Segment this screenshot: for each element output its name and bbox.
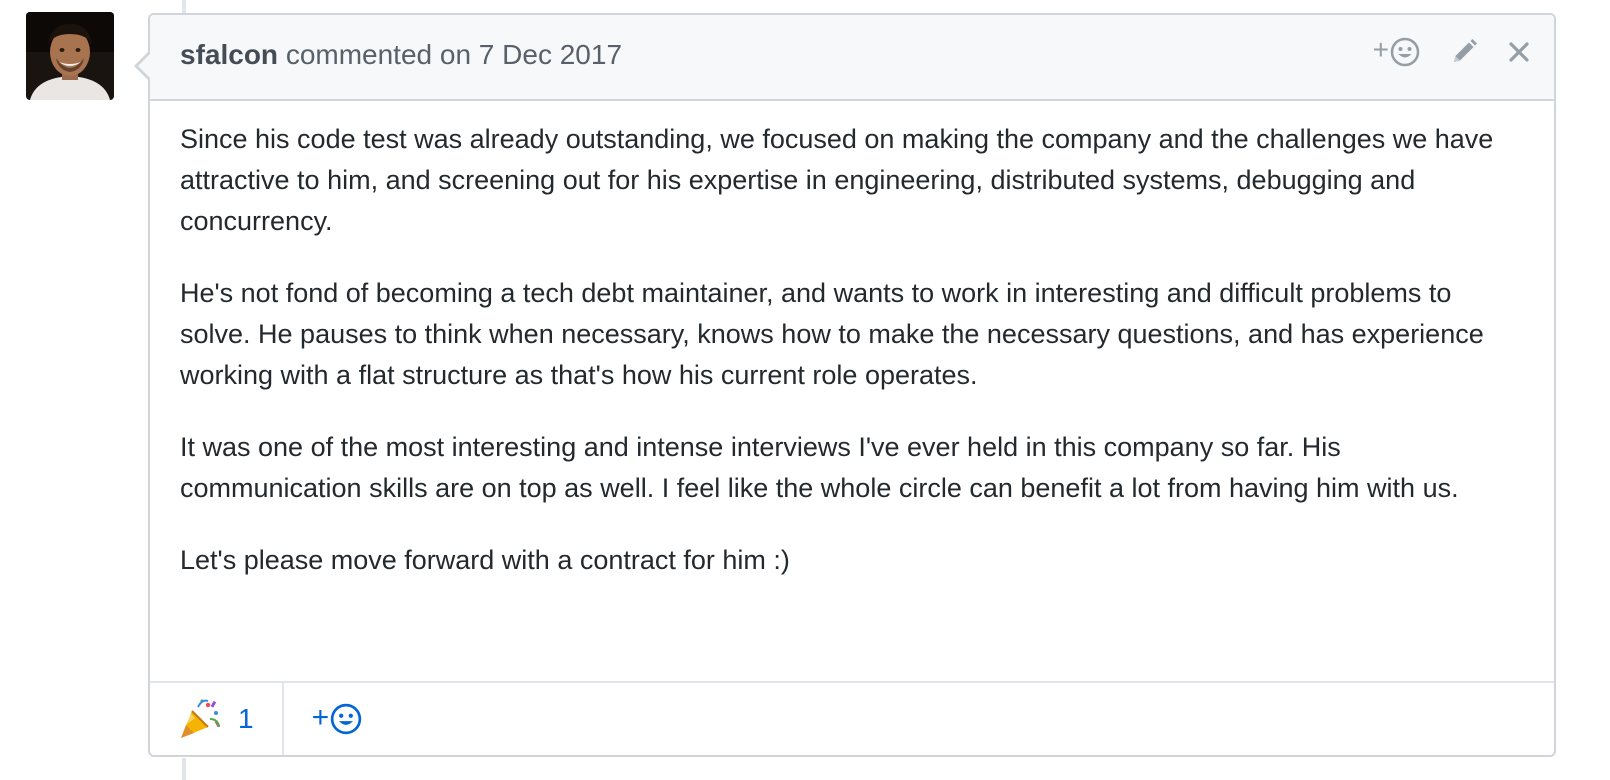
comment-paragraph: He's not fond of becoming a tech debt ma… bbox=[180, 278, 1484, 390]
avatar[interactable] bbox=[26, 12, 114, 100]
comment-timestamp[interactable]: commented on 7 Dec 2017 bbox=[286, 39, 622, 70]
comment-box: sfalcon commented on 7 Dec 2017 + Since … bbox=[134, 13, 1556, 757]
edit-button[interactable] bbox=[1450, 38, 1478, 66]
pencil-icon bbox=[1454, 39, 1477, 62]
author-link[interactable]: sfalcon bbox=[180, 39, 278, 70]
smiley-icon bbox=[330, 703, 362, 735]
plus-label: + bbox=[1372, 34, 1389, 65]
timeline-line-top bbox=[182, 0, 186, 14]
party-popper-icon bbox=[181, 699, 221, 738]
comment-paragraph: Since his code test was already outstand… bbox=[180, 124, 1494, 236]
comment-meta: sfalcon commented on 7 Dec 2017 bbox=[180, 39, 622, 71]
add-reaction-footer-button[interactable]: + bbox=[284, 683, 391, 755]
timeline-line-bottom bbox=[182, 758, 186, 780]
close-icon bbox=[1509, 42, 1529, 62]
comment-header: sfalcon commented on 7 Dec 2017 + bbox=[150, 15, 1554, 101]
comment-paragraph: Let's please move forward with a contrac… bbox=[180, 545, 790, 575]
reactions-bar: 1 + bbox=[150, 681, 1554, 755]
plus-label: + bbox=[311, 701, 330, 734]
reaction-hooray-button[interactable]: 1 bbox=[150, 683, 284, 755]
comment-paragraph: It was one of the most interesting and i… bbox=[180, 432, 1459, 503]
smiley-icon bbox=[1390, 37, 1420, 67]
header-actions: + bbox=[1372, 34, 1530, 67]
reaction-count: 1 bbox=[238, 703, 254, 734]
comment-body: Since his code test was already outstand… bbox=[150, 101, 1554, 581]
delete-button[interactable] bbox=[1508, 41, 1530, 63]
add-reaction-button[interactable]: + bbox=[1372, 34, 1420, 67]
